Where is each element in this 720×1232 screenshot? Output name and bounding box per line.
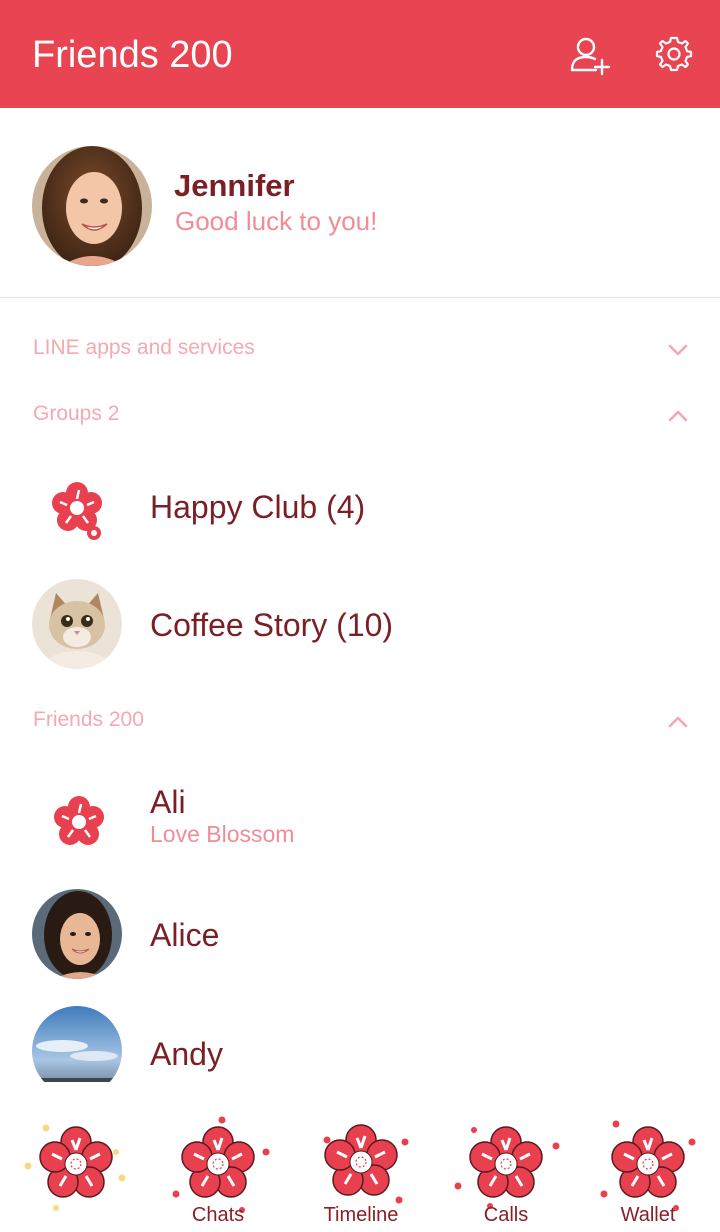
profile-name: Jennifer: [174, 168, 295, 203]
section-groups[interactable]: Groups 2: [0, 390, 720, 442]
profile-avatar[interactable]: [32, 146, 152, 266]
blossom-icon: [52, 794, 106, 847]
bottom-tab-bar: Chats Timeline Calls Wallet: [0, 1098, 720, 1232]
friend-row[interactable]: Ali Love Blossom: [0, 760, 720, 870]
group-row[interactable]: Coffee Story (10): [0, 569, 720, 679]
group-name: Happy Club (4): [150, 489, 366, 525]
tab-label: Calls: [483, 1204, 529, 1226]
tab-friends[interactable]: [4, 1098, 148, 1232]
section-label: LINE apps and services: [33, 336, 255, 359]
friend-row[interactable]: Alice: [0, 879, 720, 989]
section-friends[interactable]: Friends 200: [0, 696, 720, 748]
profile-status-message: Good luck to you!: [175, 206, 378, 236]
friend-name: Ali: [150, 784, 186, 820]
friend-name: Alice: [150, 917, 220, 953]
woman-photo: [32, 889, 122, 979]
settings-button[interactable]: [650, 30, 698, 78]
add-friend-icon: [570, 37, 611, 76]
friend-row[interactable]: Andy: [0, 996, 720, 1082]
app-header: Friends 200: [0, 0, 720, 108]
add-friend-button[interactable]: [566, 30, 614, 78]
group-name: Coffee Story (10): [150, 607, 394, 643]
tab-calls[interactable]: Calls: [434, 1098, 578, 1232]
sky-photo: [32, 1006, 122, 1082]
cat-photo: [32, 579, 122, 669]
tab-label: Timeline: [323, 1204, 399, 1226]
blossom-icon: [50, 480, 104, 540]
my-profile[interactable]: Jennifer Good luck to you!: [0, 108, 720, 298]
tab-timeline[interactable]: Timeline: [289, 1098, 433, 1232]
tab-label: Chats: [191, 1204, 245, 1226]
friend-name: Andy: [150, 1036, 223, 1072]
section-label: Friends 200: [33, 708, 144, 731]
tab-wallet[interactable]: Wallet: [576, 1098, 720, 1232]
chevron-up-icon: [668, 410, 688, 422]
tab-label: Wallet: [620, 1204, 676, 1226]
section-label: Groups 2: [33, 402, 120, 425]
blossom-icon: [24, 1124, 126, 1211]
gear-icon: [655, 36, 693, 72]
chevron-up-icon: [668, 716, 688, 728]
tab-chats[interactable]: Chats: [146, 1098, 290, 1232]
group-row[interactable]: Happy Club (4): [0, 453, 720, 563]
friend-status-message: Love Blossom: [150, 821, 295, 847]
chevron-down-icon: [668, 344, 688, 356]
page-title: Friends 200: [32, 34, 233, 76]
section-line-apps[interactable]: LINE apps and services: [0, 324, 720, 376]
